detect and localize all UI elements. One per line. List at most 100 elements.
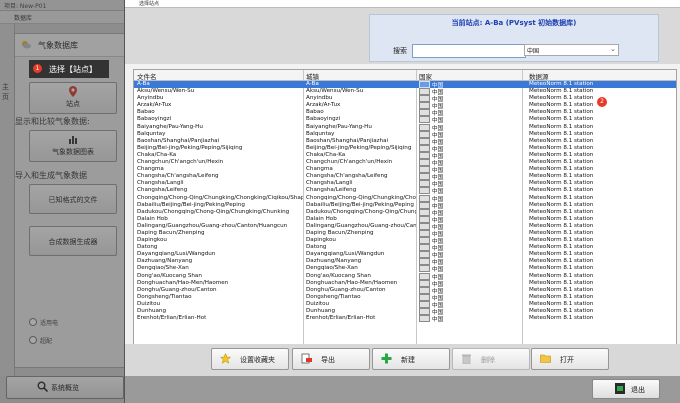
table-row[interactable]: Dalingang/Guangzhou/Guang-zhou/Canton/Hu…: [134, 222, 676, 231]
table-row[interactable]: Donghu/Guang-zhou/Canton Donghu/Guang-zho…: [134, 286, 676, 295]
town-cell: Aksu/Wensu/Wen-Su: [306, 88, 364, 95]
table-row[interactable]: Chaka/Cha-Ka Chaka/Cha-Ka 中国 MeteoNorm 8.1 …: [134, 151, 676, 160]
table-row[interactable]: Changchun/Ch'angch'un/Hexin Changchun/Ch'…: [134, 159, 676, 167]
town-cell: Dazhuang/Nanyang: [306, 258, 362, 265]
delete-label: 删除: [481, 356, 495, 364]
flag-icon: [419, 215, 430, 223]
source-cell: MeteoNorm 8.1 station: [529, 308, 594, 314]
source-cell: MeteoNorm 8.1 station: [529, 272, 594, 279]
source-cell: MeteoNorm 8.1 station: [529, 222, 594, 229]
table-row[interactable]: Changma Changma 中国 MeteoNorm 8.1 station: [134, 166, 676, 174]
open-label: 打开: [560, 356, 574, 364]
town-cell: Changsha/Langli: [306, 180, 353, 187]
new-button[interactable]: 新建: [372, 348, 450, 370]
town-cell: Dalingang/Guangzhou/Guang-zhou/Canton/Hu…: [306, 222, 416, 229]
source-cell: MeteoNorm 8.1 station: [529, 201, 594, 208]
table-row[interactable]: Dadukou/Chongqing/Chong-Qing/Chungking/C…: [134, 208, 676, 217]
town-cell: Dapingkou: [306, 237, 336, 244]
town-cell: Changsha/Ch'angsha/Leifeng: [306, 173, 388, 180]
table-row[interactable]: Changsha/Langli Changsha/Langli 中国 MeteoNor…: [134, 180, 676, 188]
flag-icon: [419, 166, 430, 174]
table-row[interactable]: Dalain Hob Dalain Hob 中国 MeteoNorm 8.1 stat…: [134, 215, 676, 224]
source-cell: MeteoNorm 8.1 station: [529, 187, 594, 194]
table-row[interactable]: Dabailiu/Beijing/Bei-jing/Peking/Peping D…: [134, 201, 676, 210]
trash-icon: [462, 354, 471, 364]
flag-icon: [419, 137, 430, 145]
open-button[interactable]: 打开: [531, 348, 609, 370]
table-row[interactable]: Aksu/Wensu/Wen-Su Aksu/Wensu/Wen-Su 中国 Mete…: [134, 88, 676, 96]
flag-icon: [419, 222, 430, 230]
exit-button[interactable]: 退出: [592, 379, 660, 399]
search-input[interactable]: [412, 44, 526, 58]
table-row[interactable]: Changsha/Ch'angsha/Leifeng Changsha/Ch'an…: [134, 173, 676, 181]
table-row[interactable]: Donghuachan/Hao-Men/Haomen Donghuachan/Ha…: [134, 279, 676, 288]
col-header-town[interactable]: 城镇: [306, 71, 319, 81]
table-header: 文件名 城镇 国家 数据源: [134, 70, 676, 81]
set-favorites-button[interactable]: 设置收藏夹: [211, 348, 289, 370]
country-cell: 中国: [419, 315, 521, 324]
delete-button[interactable]: 删除: [452, 348, 530, 370]
table-row[interactable]: Balquntay Balquntay 中国 MeteoNorm 8.1 statio…: [134, 130, 676, 139]
table-row[interactable]: Dayangqiang/Lusi/Wangdun Dayangqiang/Lusi…: [134, 251, 676, 259]
source-cell: MeteoNorm 8.1 station: [529, 315, 594, 322]
table-row[interactable]: Datong Datong 中国 MeteoNorm 8.1 station: [134, 244, 676, 252]
col-header-country[interactable]: 国家: [419, 71, 432, 81]
table-row[interactable]: Erenhot/Erlian/Erlian-Hot Erenhot/Erlian/…: [134, 315, 676, 324]
export-label: 导出: [321, 356, 335, 364]
town-cell: Daping Bacun/Zhenping: [306, 229, 374, 236]
flag-icon: [419, 88, 430, 96]
current-station-box: 当前站点: A-Ba (PVsyst 初始数据库) 搜索 中国 ⌄: [369, 14, 659, 62]
source-cell: MeteoNorm 8.1 station: [529, 173, 594, 180]
table-row[interactable]: Duizitou Duizitou 中国 MeteoNorm 8.1 station: [134, 300, 676, 309]
filename-cell: Donghuachan/Hao-Men/Haomen: [137, 279, 229, 286]
filename-cell: Chongqing/Chong-Qing/Chungking/Chongking…: [137, 194, 303, 201]
table-row[interactable]: Babao Babao 中国 MeteoNorm 8.1 station: [134, 109, 676, 117]
table-row[interactable]: Daping Bacun/Zhenping Daping Bacun/Zhenpi…: [134, 229, 676, 238]
table-row[interactable]: A-Ba A-Ba 中国 MeteoNorm 8.1 station: [134, 81, 676, 89]
step-badge-2: 2: [597, 97, 607, 107]
town-cell: Donghu/Guang-zhou/Canton: [306, 286, 386, 293]
table-row[interactable]: Dapingkou Dapingkou 中国 MeteoNorm 8.1 statio…: [134, 237, 676, 245]
table-row[interactable]: Dongsheng/Tiantao Dongsheng/Tiantao 中国 Mete…: [134, 293, 676, 302]
filename-cell: Dunhuang: [137, 308, 167, 314]
table-row[interactable]: Anyindbu Anyindbu 中国 MeteoNorm 8.1 station: [134, 95, 676, 103]
col-header-source[interactable]: 数据源: [529, 71, 549, 81]
filename-cell: Dazhuang/Nanyang: [137, 258, 193, 265]
flag-icon: [419, 194, 430, 202]
table-row[interactable]: Chongqing/Chong-Qing/Chungking/Chongking…: [134, 194, 676, 203]
exit-label: 退出: [631, 386, 645, 394]
filename-cell: Erenhot/Erlian/Erlian-Hot: [137, 315, 207, 322]
table-row[interactable]: Dazhuang/Nanyang Dazhuang/Nanyang 中国 MeteoN…: [134, 258, 676, 266]
flag-icon: [419, 201, 430, 209]
flag-icon: [419, 229, 430, 237]
table-row[interactable]: Babaoyingzi Babaoyingzi 中国 MeteoNorm 8.1 st…: [134, 116, 676, 124]
flag-icon: [419, 315, 430, 323]
source-cell: MeteoNorm 8.1 station: [529, 88, 594, 95]
table-row[interactable]: Beijing/Bei-jing/Peking/Peping/Sijiqing B…: [134, 144, 676, 153]
dialog-title: 选择站点: [139, 1, 160, 7]
table-row[interactable]: Baiyanghe/Pau-Yang-Hu Baiyanghe/Pau-Yang-…: [134, 123, 676, 132]
table-row[interactable]: Changsha/Leifeng Changsha/Leifeng 中国 MeteoN…: [134, 187, 676, 195]
filename-cell: Changsha/Leifeng: [137, 187, 188, 194]
source-cell: MeteoNorm 8.1 station: [529, 265, 594, 272]
country-select[interactable]: 中国 ⌄: [524, 44, 619, 56]
flag-icon: [419, 244, 430, 252]
town-cell: A-Ba: [306, 81, 319, 87]
table-row[interactable]: Baoshan/Shanghai/Panjiazhai Baoshan/Shang…: [134, 137, 676, 146]
export-button[interactable]: 导出: [292, 348, 370, 370]
star-icon: [220, 353, 231, 364]
col-header-filename[interactable]: 文件名: [137, 71, 157, 81]
source-cell: MeteoNorm 8.1 station: [529, 215, 594, 222]
table-row[interactable]: Arzak/Ar-Tux Arzak/Ar-Tux 中国 MeteoNorm 8.1 …: [134, 102, 676, 110]
table-row[interactable]: Dong'ao/Kuocang Shan Dong'ao/Kuocang Shan…: [134, 272, 676, 281]
flag-icon: [419, 251, 430, 259]
town-cell: Baoshan/Shanghai/Panjiazhai: [306, 137, 389, 144]
dialog-titlebar: 选择站点: [125, 0, 680, 8]
filename-cell: Dapingkou: [137, 237, 167, 244]
filename-cell: Babao: [137, 109, 155, 116]
table-row[interactable]: Dengqiao/She-Xan Dengqiao/She-Xan 中国 MeteoN…: [134, 265, 676, 273]
table-row[interactable]: Dunhuang Dunhuang 中国 MeteoNorm 8.1 station: [134, 308, 676, 316]
flag-icon: [419, 272, 430, 280]
town-cell: Chaka/Cha-Ka: [306, 151, 346, 158]
flag-icon: [419, 308, 430, 315]
